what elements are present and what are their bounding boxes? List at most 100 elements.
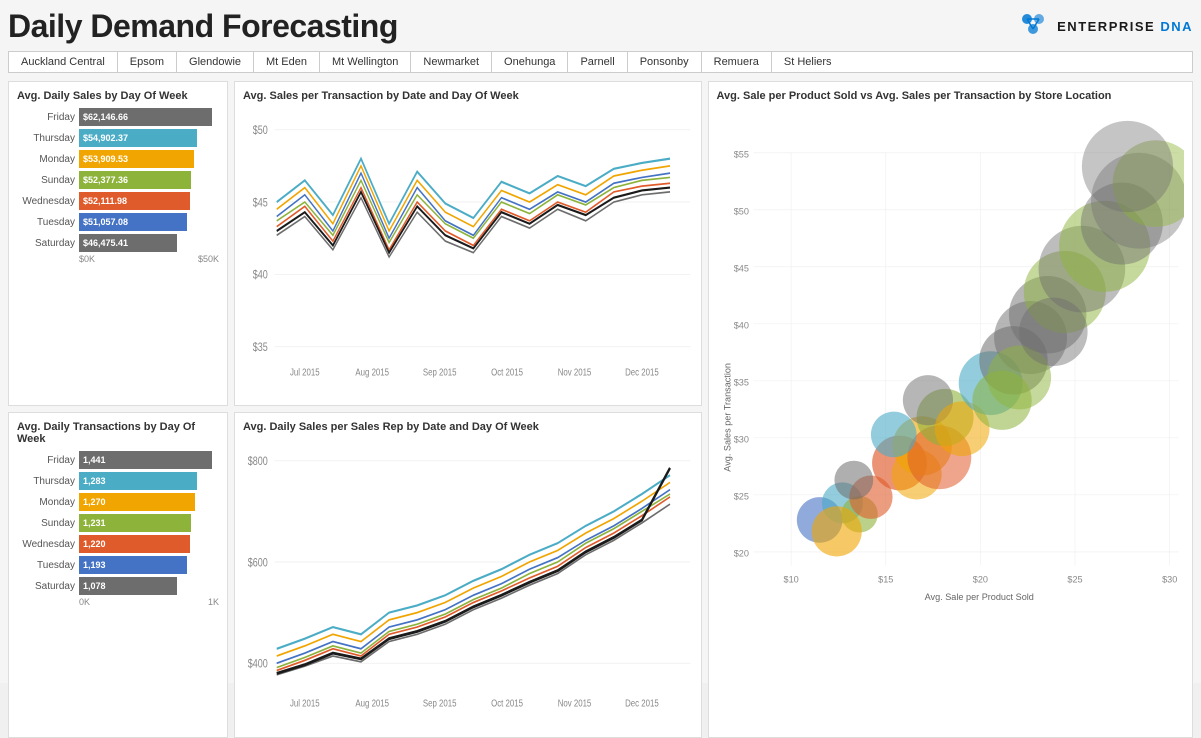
bar-container: 1,193 <box>79 556 219 574</box>
filter-st-heliers[interactable]: St Heliers <box>772 52 844 72</box>
filter-bar: Auckland Central Epsom Glendowie Mt Eden… <box>8 51 1193 73</box>
filter-remuera[interactable]: Remuera <box>702 52 772 72</box>
svg-text:Nov 2015: Nov 2015 <box>558 698 592 709</box>
bar-value: 1,220 <box>83 539 106 549</box>
filter-glendowie[interactable]: Glendowie <box>177 52 254 72</box>
scatter-container: Avg. Sales per Transaction $55 $50 $45 $… <box>717 108 1185 727</box>
svg-text:Oct 2015: Oct 2015 <box>491 698 523 709</box>
avg-sales-transaction-chart: Avg. Sales per Transaction by Date and D… <box>234 81 702 406</box>
bubble <box>834 461 873 500</box>
filter-newmarket[interactable]: Newmarket <box>411 52 492 72</box>
bar: 1,193 <box>79 556 187 574</box>
scatter-chart: Avg. Sale per Product Sold vs Avg. Sales… <box>708 81 1194 738</box>
svg-text:$800: $800 <box>248 456 268 468</box>
bar-row-monday: Monday $53,909.53 <box>17 150 219 168</box>
bar-value: 1,270 <box>83 497 106 507</box>
bubble <box>870 412 916 458</box>
bar-row-monday: Monday 1,270 <box>17 493 219 511</box>
filter-ponsonby[interactable]: Ponsonby <box>628 52 702 72</box>
filter-parnell[interactable]: Parnell <box>568 52 627 72</box>
bubble <box>1081 121 1172 212</box>
x-axis-labels: 0K 1K <box>17 597 219 607</box>
bar: $53,909.53 <box>79 150 194 168</box>
bar-label: Monday <box>17 497 75 508</box>
svg-text:Avg. Sale per Product Sold: Avg. Sale per Product Sold <box>924 592 1033 602</box>
bar-row-sunday: Sunday $52,377.36 <box>17 171 219 189</box>
svg-text:$40: $40 <box>733 320 748 330</box>
avg-daily-transactions-title: Avg. Daily Transactions by Day Of Week <box>17 421 219 445</box>
bar-row-thursday: Thursday $54,902.37 <box>17 129 219 147</box>
svg-text:Aug 2015: Aug 2015 <box>355 698 389 709</box>
bar: 1,231 <box>79 514 191 532</box>
bar-value: $54,902.37 <box>83 133 128 143</box>
line-chart-svg: $50 $45 $40 $35 Jul 2015 Aug 2015 Sep 20… <box>243 108 693 397</box>
avg-daily-sales-rep-title: Avg. Daily Sales per Sales Rep by Date a… <box>243 421 693 433</box>
svg-text:$45: $45 <box>253 197 268 209</box>
svg-text:Jul 2015: Jul 2015 <box>290 698 320 709</box>
svg-text:$15: $15 <box>878 575 893 585</box>
svg-text:$50: $50 <box>733 206 748 216</box>
x-axis-labels: $0K $50K <box>17 254 219 264</box>
bar-value: $52,377.36 <box>83 175 128 185</box>
bar-row-friday: Friday 1,441 <box>17 451 219 469</box>
svg-text:$20: $20 <box>733 548 748 558</box>
svg-text:Dec 2015: Dec 2015 <box>625 698 659 709</box>
filter-onehunga[interactable]: Onehunga <box>492 52 568 72</box>
avg-daily-transactions-chart: Avg. Daily Transactions by Day Of Week F… <box>8 412 228 737</box>
svg-text:$35: $35 <box>733 377 748 387</box>
bar-container: $62,146.66 <box>79 108 219 126</box>
bubble <box>811 506 861 556</box>
bar: 1,270 <box>79 493 195 511</box>
bar: $51,057.08 <box>79 213 187 231</box>
avg-daily-sales-title: Avg. Daily Sales by Day Of Week <box>17 90 219 102</box>
axis-label-0k: 0K <box>79 597 90 607</box>
bar-label: Sunday <box>17 518 75 529</box>
svg-text:$30: $30 <box>1162 575 1177 585</box>
bar-row-wednesday: Wednesday 1,220 <box>17 535 219 553</box>
logo-text: ENTERPRISE DNA <box>1057 19 1193 34</box>
svg-text:$25: $25 <box>733 491 748 501</box>
line-chart-svg-2: $800 $600 $400 Jul 2015 Aug 2015 Sep 201… <box>243 439 693 728</box>
dashboard: Daily Demand Forecasting ENTERPRISE DNA … <box>0 0 1201 683</box>
bar-row-tuesday: Tuesday $51,057.08 <box>17 213 219 231</box>
filter-auckland-central[interactable]: Auckland Central <box>9 52 118 72</box>
axis-label-50: $50K <box>198 254 219 264</box>
bar-value: 1,231 <box>83 518 106 528</box>
bar-row-wednesday: Wednesday $52,111.98 <box>17 192 219 210</box>
svg-text:Sep 2015: Sep 2015 <box>423 367 457 378</box>
filter-mt-eden[interactable]: Mt Eden <box>254 52 320 72</box>
axis-label-0: $0K <box>79 254 95 264</box>
bar-row-thursday: Thursday 1,283 <box>17 472 219 490</box>
filter-mt-wellington[interactable]: Mt Wellington <box>320 52 411 72</box>
bar-container: 1,441 <box>79 451 219 469</box>
bar-container: $53,909.53 <box>79 150 219 168</box>
bar: $52,377.36 <box>79 171 191 189</box>
bar-container: $46,475.41 <box>79 234 219 252</box>
bar: 1,078 <box>79 577 177 595</box>
bar-row-sunday: Sunday 1,231 <box>17 514 219 532</box>
bar: 1,441 <box>79 451 212 469</box>
bar-container: 1,270 <box>79 493 219 511</box>
main-content: Avg. Daily Sales by Day Of Week Friday $… <box>8 81 1193 738</box>
svg-text:$55: $55 <box>733 149 748 159</box>
svg-text:$30: $30 <box>733 434 748 444</box>
svg-text:$40: $40 <box>253 270 268 282</box>
page-title: Daily Demand Forecasting <box>8 8 398 45</box>
bar-container: $52,111.98 <box>79 192 219 210</box>
bar-value: 1,193 <box>83 560 106 570</box>
svg-text:$50: $50 <box>253 125 268 137</box>
bar-value: $53,909.53 <box>83 154 128 164</box>
filter-epsom[interactable]: Epsom <box>118 52 177 72</box>
bar-value: 1,283 <box>83 476 106 486</box>
bar-label: Friday <box>17 112 75 123</box>
svg-text:$35: $35 <box>253 342 268 354</box>
bar-container: $52,377.36 <box>79 171 219 189</box>
middle-column: Avg. Sales per Transaction by Date and D… <box>234 81 702 738</box>
avg-daily-sales-rep-chart: Avg. Daily Sales per Sales Rep by Date a… <box>234 412 702 737</box>
bar-label: Wednesday <box>17 196 75 207</box>
header: Daily Demand Forecasting ENTERPRISE DNA <box>8 8 1193 45</box>
bar-value: 1,441 <box>83 455 106 465</box>
avg-sales-transaction-title: Avg. Sales per Transaction by Date and D… <box>243 90 693 102</box>
bar-value: $46,475.41 <box>83 238 128 248</box>
bar: 1,220 <box>79 535 190 553</box>
